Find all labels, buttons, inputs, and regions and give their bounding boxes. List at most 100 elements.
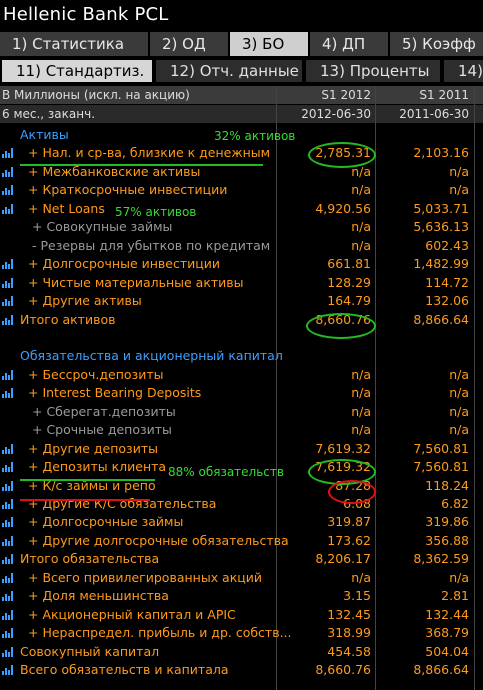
table-row[interactable]: + Другие К/С обязательства 6.08 6.82: [0, 495, 483, 513]
value-s1-2011: n/a: [449, 366, 469, 382]
chart-bars-icon[interactable]: [2, 480, 14, 491]
table-row[interactable]: + Сберегат.депозиты n/a n/a: [0, 403, 483, 421]
table-row[interactable]: - Резервы для убытков по кредитам n/a 602.…: [0, 237, 483, 255]
chart-bars-icon[interactable]: [2, 185, 14, 196]
chart-bars-icon[interactable]: [2, 443, 14, 454]
value-s1-2012: n/a: [351, 219, 371, 235]
tab-bo[interactable]: 3) БО: [230, 32, 308, 56]
row-label: + Другие К/С обязательства: [28, 496, 217, 511]
subtab-standardized[interactable]: 11) Стандартиз.: [2, 60, 152, 82]
tab-dp[interactable]: 4) ДП: [310, 32, 388, 56]
annotation-deposits-pct: 88% обязательств: [168, 465, 284, 479]
row-label: + Net Loans: [28, 200, 105, 216]
value-s1-2011: 5,636.13: [413, 219, 469, 235]
chart-bars-icon[interactable]: [2, 628, 14, 639]
subtab-reported[interactable]: 12) Отч. данные: [156, 60, 302, 82]
total-row[interactable]: Итого активов 8,660.76 8,866.64: [0, 311, 483, 329]
chart-bars-icon[interactable]: [2, 314, 14, 325]
row-label: + Бессроч.депозиты: [28, 366, 164, 382]
table-row[interactable]: + Нераспредел. прибыль и др. собств... 31…: [0, 624, 483, 642]
chart-bars-icon[interactable]: [2, 572, 14, 583]
chart-bars-icon[interactable]: [2, 369, 14, 380]
row-label: + Нераспредел. прибыль и др. собств...: [28, 625, 292, 641]
subtab-more[interactable]: 14): [444, 60, 483, 82]
value-s1-2012: 7,619.32: [315, 440, 371, 456]
date-header: 6 мес., заканч. 2012-06-30 2011-06-30: [0, 105, 483, 123]
annotation-loans-pct: 57% активов: [115, 205, 197, 219]
chart-bars-icon[interactable]: [2, 609, 14, 620]
total-row[interactable]: Всего обязательств и капитала 8,660.76 8,8…: [0, 661, 483, 679]
value-s1-2012: 132.45: [327, 606, 371, 622]
table-row[interactable]: + Долгосрочные займы 319.87 319.86: [0, 513, 483, 531]
total-row[interactable]: Итого обязательства 8,206.17 8,362.59: [0, 550, 483, 568]
window-title: Hellenic Bank PCL: [3, 4, 169, 25]
col1-date: 2012-06-30: [301, 107, 371, 121]
tab-ratios[interactable]: 5) Коэфф: [390, 32, 483, 56]
annotation-cash-pct: 32% активов: [214, 129, 296, 143]
chart-bars-icon[interactable]: [2, 554, 14, 565]
row-label: Итого активов: [20, 311, 116, 327]
chart-bars-icon[interactable]: [2, 499, 14, 509]
highlight-oval-total-assets: [306, 313, 376, 339]
table-row[interactable]: + Совокупные займы n/a 5,636.13: [0, 218, 483, 236]
period-label: 6 мес., заканч.: [2, 107, 96, 121]
value-s1-2011: 5,033.71: [413, 200, 469, 216]
row-label: Всего обязательств и капитала: [20, 662, 229, 678]
chart-bars-icon[interactable]: [2, 462, 14, 473]
table-row[interactable]: + Бессроч.депозиты n/a n/a: [0, 366, 483, 384]
chart-bars-icon[interactable]: [2, 296, 14, 307]
subtab-percent[interactable]: 13) Проценты: [306, 60, 440, 82]
total-row[interactable]: Совокупный капитал 454.58 504.04: [0, 643, 483, 661]
value-s1-2011: 2.81: [441, 588, 469, 604]
chart-bars-icon[interactable]: [2, 591, 14, 602]
highlight-oval-repo: [328, 480, 376, 504]
table-row[interactable]: + Всего привилегированных акций n/a n/a: [0, 569, 483, 587]
chart-bars-icon[interactable]: [2, 388, 14, 399]
value-s1-2012: 318.99: [327, 625, 371, 641]
table-row[interactable]: + Другие депозиты 7,619.32 7,560.81: [0, 440, 483, 458]
sub-tabs: 11) Стандартиз. 12) Отч. данные 13) Проц…: [0, 58, 483, 84]
value-s1-2012: 319.87: [327, 514, 371, 530]
table-row[interactable]: + Другие долгосрочные обязательства 173.6…: [0, 532, 483, 550]
chart-bars-icon[interactable]: [2, 665, 14, 676]
value-s1-2011: 7,560.81: [413, 440, 469, 456]
row-label: + Другие депозиты: [28, 440, 158, 456]
chart-bars-icon[interactable]: [2, 259, 14, 270]
row-label: + Другие активы: [28, 293, 142, 309]
value-s1-2012: 164.79: [327, 293, 371, 309]
row-label: + Interest Bearing Deposits: [28, 385, 202, 401]
section-row: Обязательства и акционерный капитал: [0, 347, 483, 365]
table-row[interactable]: + Доля меньшинства 3.15 2.81: [0, 587, 483, 605]
value-s1-2011: n/a: [449, 163, 469, 179]
row-label: Активы: [20, 127, 69, 142]
chart-bars-icon[interactable]: [2, 166, 14, 177]
chart-bars-icon[interactable]: [2, 203, 14, 214]
table-row[interactable]: + Чистые материальные активы 128.29 114.72: [0, 274, 483, 292]
value-s1-2011: 602.43: [425, 237, 469, 253]
value-s1-2011: 504.04: [425, 643, 469, 659]
chart-bars-icon[interactable]: [2, 646, 14, 657]
chart-bars-icon[interactable]: [2, 148, 14, 159]
value-s1-2011: 368.79: [425, 625, 469, 641]
chart-bars-icon[interactable]: [2, 535, 14, 546]
table-row[interactable]: + Нал. и ср-ва, близкие к денежным 2,785.…: [0, 144, 483, 162]
tab-statistics[interactable]: 1) Статистика: [0, 32, 148, 56]
chart-bars-icon[interactable]: [2, 517, 14, 528]
row-label: Совокупный капитал: [20, 643, 160, 659]
value-s1-2012: 128.29: [327, 274, 371, 290]
tab-od[interactable]: 2) ОД: [150, 32, 228, 56]
value-s1-2012: 661.81: [327, 256, 371, 272]
table-row[interactable]: + Долгосрочные инвестиции 661.81 1,482.99: [0, 255, 483, 273]
table-row[interactable]: + Акционерный капитал и APIC 132.45 132.44: [0, 606, 483, 624]
table-row[interactable]: + Interest Bearing Deposits n/a n/a: [0, 384, 483, 402]
table-row[interactable]: + Срочные депозиты n/a n/a: [0, 421, 483, 439]
value-s1-2011: 8,866.64: [413, 311, 469, 327]
col2-header[interactable]: S1 2011: [419, 86, 469, 104]
table-row[interactable]: + Net Loans 4,920.56 5,033.71: [0, 200, 483, 218]
chart-bars-icon[interactable]: [2, 277, 14, 288]
table-row[interactable]: + Другие активы 164.79 132.06: [0, 292, 483, 310]
table-row[interactable]: + Краткосрочные инвестиции n/a n/a: [0, 181, 483, 199]
underline-repo: [20, 499, 150, 501]
value-s1-2012: n/a: [351, 182, 371, 198]
col1-header[interactable]: S1 2012: [321, 86, 371, 104]
